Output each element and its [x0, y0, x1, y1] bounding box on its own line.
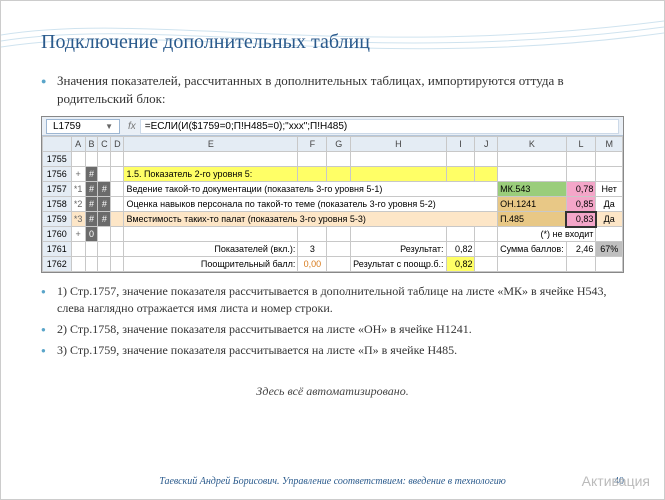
- note-2: 2) Стр.1758, значение показателя рассчит…: [41, 321, 624, 338]
- formula-bar[interactable]: =ЕСЛИ(И($1759=0;П!H485=0);"xxx";П!H485): [140, 119, 619, 134]
- activation-watermark: Активация: [582, 473, 650, 489]
- note-1: 1) Стр.1757, значение показателя рассчит…: [41, 283, 624, 317]
- slide-title: Подключение дополнительных таблиц: [1, 1, 664, 64]
- cells-grid[interactable]: A B C D E F G H I J K L M 1755 1756 +: [42, 136, 623, 272]
- table-row: 1761 Показателей (вкл.): 3 Результат: 0,…: [43, 242, 623, 257]
- table-row: 1756 + # 1.5. Показатель 2-го уровня 5:: [43, 167, 623, 182]
- table-row: 1759 *3 # # Вместимость таких-то палат (…: [43, 212, 623, 227]
- table-row: 1755: [43, 152, 623, 167]
- name-box[interactable]: L1759 ▼: [46, 119, 120, 134]
- spreadsheet: L1759 ▼ fx =ЕСЛИ(И($1759=0;П!H485=0);"xx…: [41, 116, 624, 273]
- table-row: 1760 + 0 (*) не входит: [43, 227, 623, 242]
- note-3: 3) Стр.1759, значение показателя рассчит…: [41, 342, 624, 359]
- fx-label: fx: [124, 121, 140, 132]
- chevron-down-icon: ▼: [105, 122, 113, 131]
- intro-text: Значения показателей, рассчитанных в доп…: [41, 72, 624, 108]
- footer-text: Таевский Андрей Борисович. Управление со…: [1, 476, 664, 487]
- table-row: 1758 *2 # # Оценка навыков персонала по …: [43, 197, 623, 212]
- active-cell-ref: L1759: [53, 121, 81, 132]
- footnote: Здесь всё автоматизировано.: [41, 384, 624, 399]
- column-headers: A B C D E F G H I J K L M: [43, 137, 623, 152]
- table-row: 1757 *1 # # Ведение такой-то документаци…: [43, 182, 623, 197]
- table-row: 1762 Поощрительный балл: 0,00 Результат …: [43, 257, 623, 272]
